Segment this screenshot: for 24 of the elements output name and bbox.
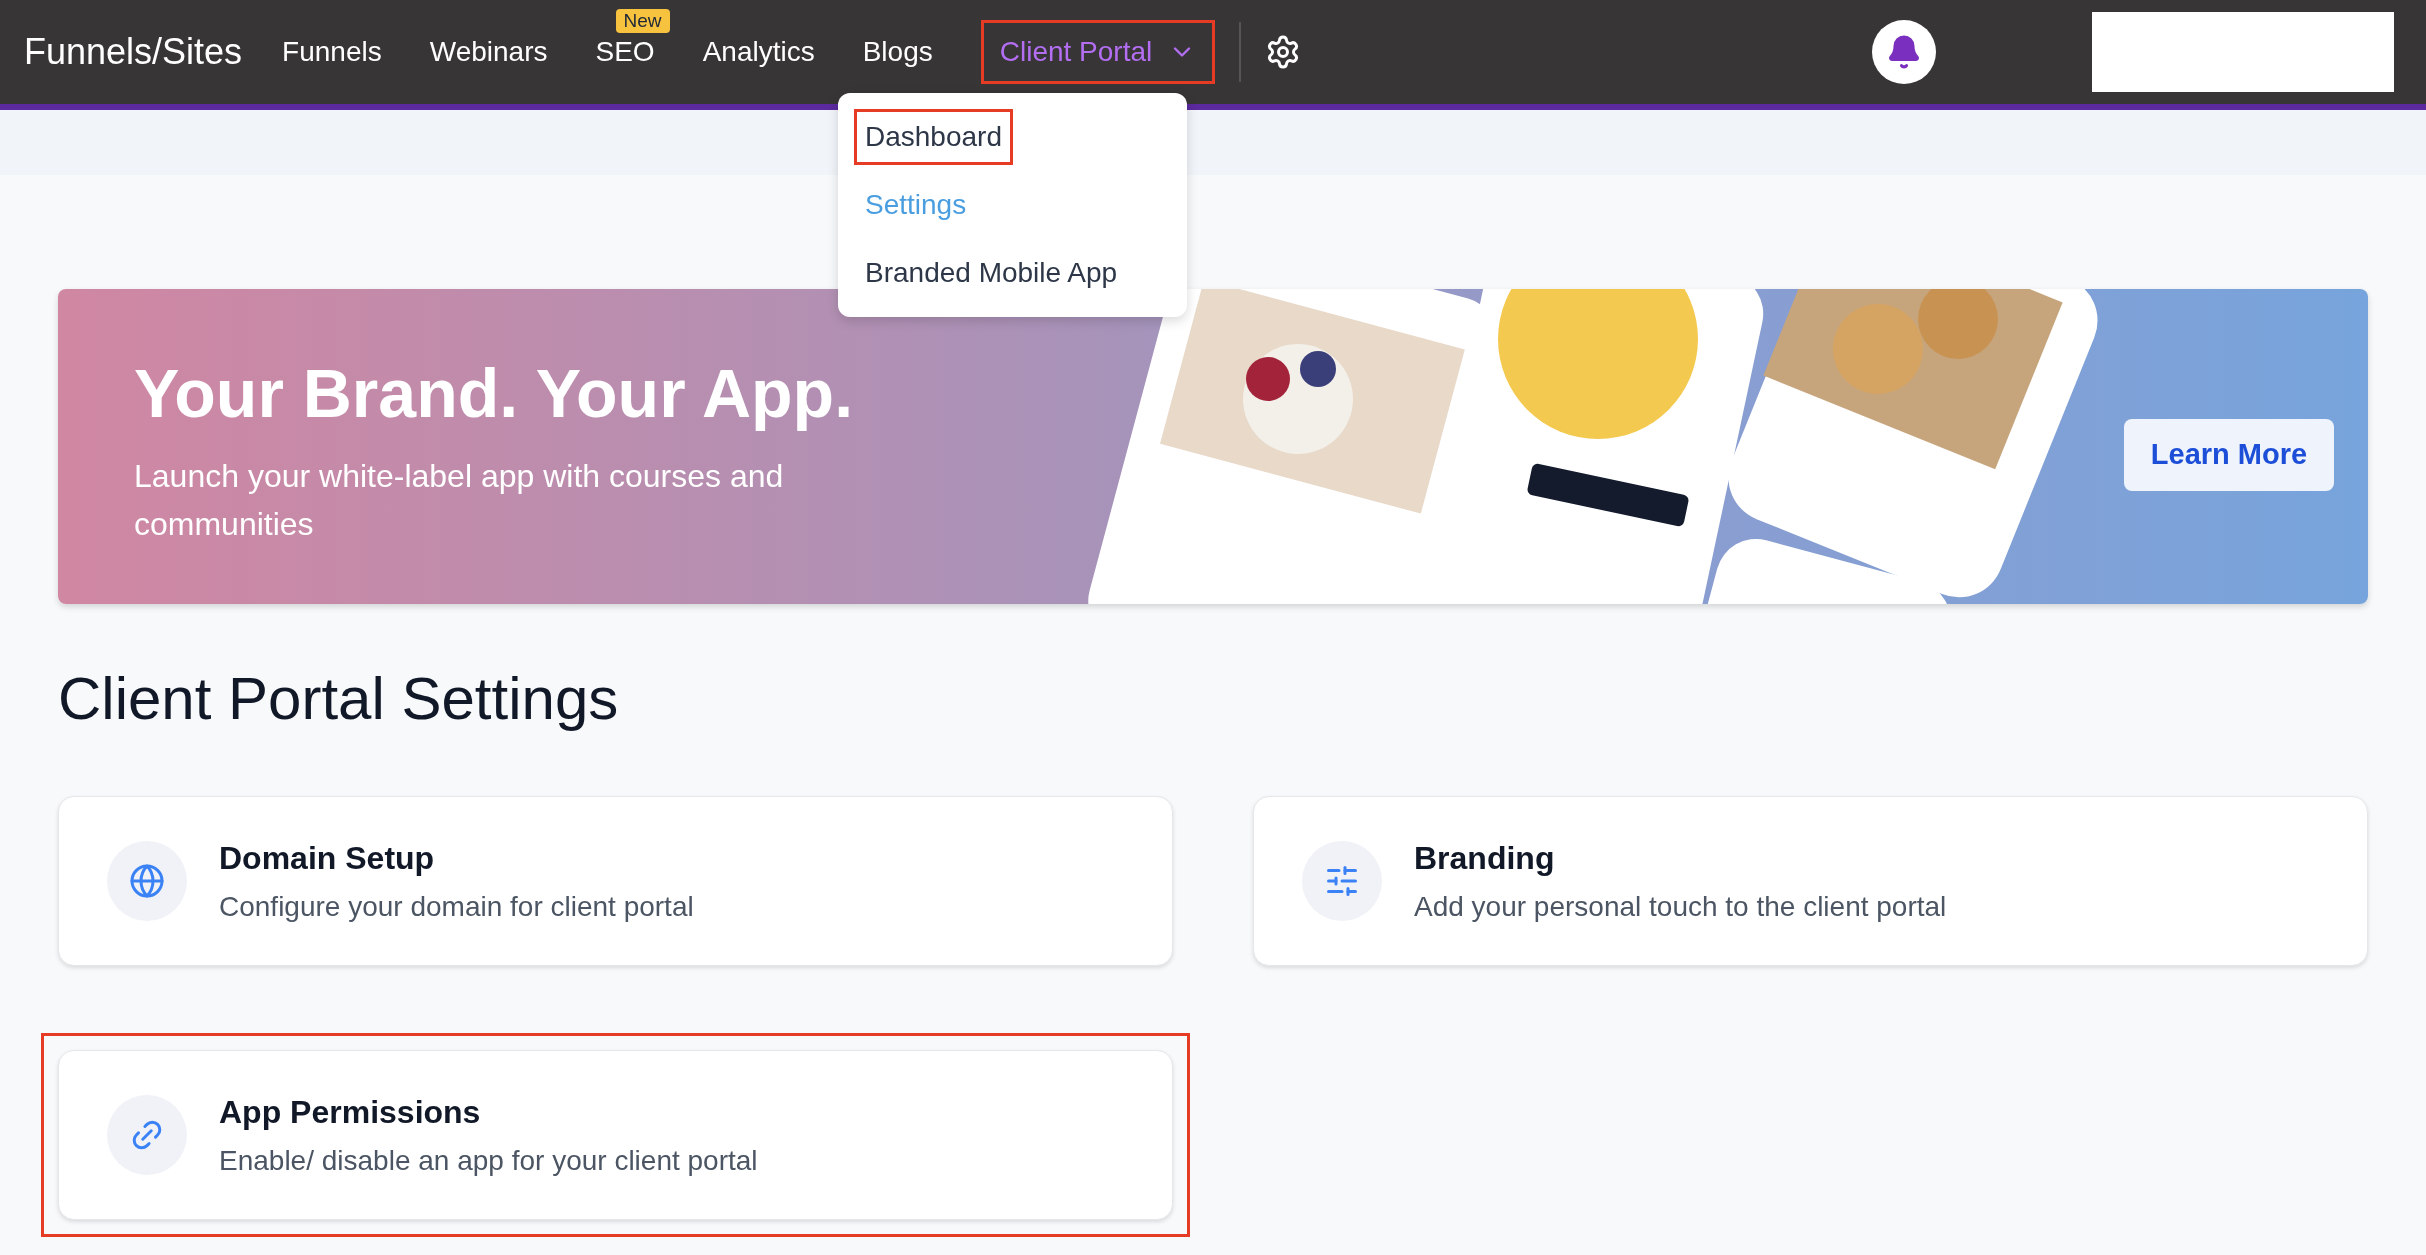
banner-subtitle: Launch your white-label app with courses and communities	[134, 457, 785, 544]
nav-tab[interactable]: Webinars	[429, 31, 548, 73]
card-title: App Permissions	[219, 1093, 482, 1132]
card-title: Branding	[1414, 839, 1556, 878]
settings-card[interactable]: App Permissions Enable/ disable an app for your client portal	[58, 1050, 1173, 1220]
card-description: Enable/ disable an app for your client portal	[219, 1144, 758, 1178]
app-title: Funnels/Sites	[24, 30, 243, 74]
menu-item[interactable]: Branded Mobile App	[865, 252, 1118, 294]
banner-title: Your Brand. Your App.	[134, 354, 854, 433]
globe-icon	[129, 863, 165, 899]
settings-card[interactable]: Domain Setup Configure your domain for client portal	[58, 796, 1173, 966]
nav-tab[interactable]: SEO	[595, 31, 655, 73]
card-description: Add your personal touch to the client portal	[1414, 890, 1947, 924]
settings-card[interactable]: Branding Add your personal touch to the client portal	[1253, 796, 2368, 966]
bell-icon	[1886, 34, 1922, 70]
nav-tab[interactable]: Analytics	[702, 31, 815, 73]
nav-tab[interactable]: Blogs	[862, 31, 933, 73]
nav-tab[interactable]: Funnels	[282, 31, 382, 73]
card-description: Configure your domain for client portal	[219, 890, 694, 924]
learn-more-button[interactable]: Learn More	[2124, 419, 2334, 491]
new-badge: New	[615, 9, 670, 33]
section-heading: Client Portal Settings	[58, 664, 620, 734]
card-title: Domain Setup	[219, 839, 436, 878]
toggles-icon	[1324, 863, 1360, 899]
